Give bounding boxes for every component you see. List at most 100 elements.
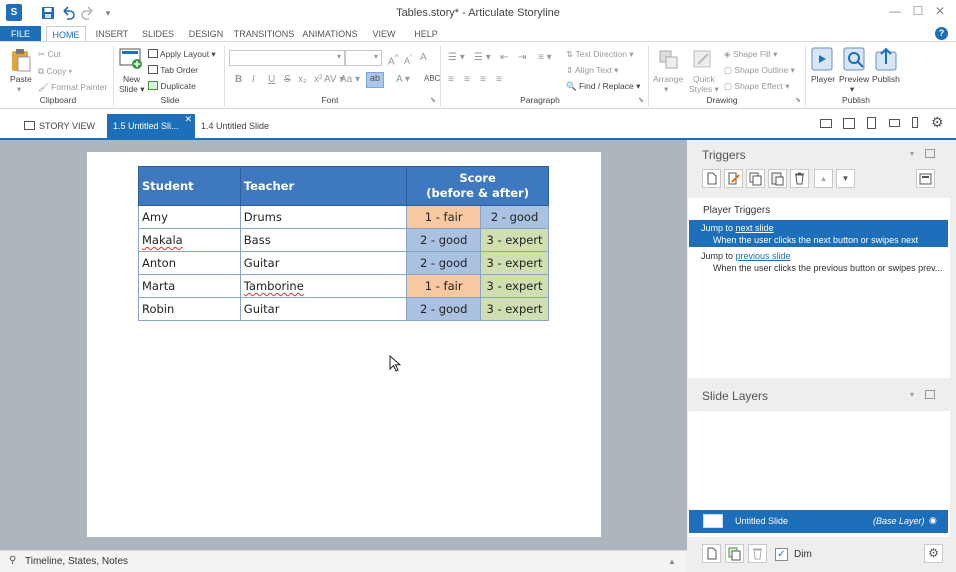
phone-landscape-icon[interactable]	[889, 119, 900, 127]
panel-menu-icon[interactable]: ▾	[910, 390, 914, 399]
quick-styles-label-2[interactable]: Styles ▾	[689, 84, 719, 95]
trigger-item-next[interactable]: Jump to next slide When the user clicks …	[689, 220, 948, 247]
align-left-icon[interactable]: ≡	[448, 74, 454, 85]
close-tab-icon[interactable]: ✕	[184, 107, 192, 131]
superscript-icon[interactable]: x²	[314, 74, 322, 85]
font-size-select[interactable]: ▾	[345, 50, 382, 66]
base-layer-item[interactable]: Untitled Slide (Base Layer) ◉	[689, 510, 948, 533]
trigger-item-previous[interactable]: Jump to previous slide When the user cli…	[689, 248, 948, 275]
score-before-cell[interactable]: 1 - fair	[406, 274, 482, 298]
score-after-cell[interactable]: 2 - good	[480, 205, 549, 229]
clear-format-icon[interactable]: A	[420, 52, 427, 63]
preview-icon[interactable]	[843, 46, 867, 72]
new-slide-label[interactable]: New	[123, 74, 140, 84]
publish-button[interactable]: Publish	[872, 74, 900, 84]
score-before-cell[interactable]: 2 - good	[406, 297, 482, 321]
move-down-button[interactable]: ▼	[836, 169, 855, 188]
minimize-button[interactable]: —	[885, 4, 905, 22]
table-row[interactable]: Marta Tamborine 1 - fair 3 - expert	[138, 274, 549, 298]
new-trigger-button[interactable]	[702, 169, 721, 188]
copy-trigger-button[interactable]	[746, 169, 765, 188]
cut-button[interactable]: ✂ Cut	[38, 49, 61, 60]
dialog-launcher-icon[interactable]: ⬊	[430, 96, 436, 104]
phone-portrait-icon[interactable]	[912, 117, 918, 128]
strikethrough-icon[interactable]: S	[284, 74, 291, 85]
dialog-launcher-icon[interactable]: ⬊	[638, 96, 644, 104]
teacher-cell[interactable]: Guitar	[239, 297, 408, 321]
delete-layer-button[interactable]	[748, 544, 767, 563]
arrange-label[interactable]: Arrange	[653, 74, 683, 84]
arrange-icon[interactable]	[658, 48, 680, 72]
preview-dropdown-icon[interactable]: ▾	[850, 84, 854, 95]
justify-icon[interactable]: ≡	[496, 74, 502, 85]
student-cell[interactable]: Makala	[138, 228, 241, 252]
paste-button[interactable]: Paste	[10, 74, 32, 84]
paste-icon[interactable]	[9, 47, 31, 73]
spell-check-icon[interactable]: ABC	[424, 74, 440, 83]
copy-button[interactable]: ⧉ Copy ▾	[38, 66, 72, 77]
undock-panel-icon[interactable]	[925, 149, 935, 158]
font-family-select[interactable]: ▾	[229, 50, 345, 66]
table-row[interactable]: Amy Drums 1 - fair 2 - good	[138, 205, 549, 229]
subscript-icon[interactable]: x₂	[298, 74, 307, 85]
shape-outline-button[interactable]: ▢ Shape Outline ▾	[724, 65, 795, 76]
expand-timeline-icon[interactable]: ▲	[668, 557, 676, 566]
font-color-icon[interactable]: A ▾	[396, 74, 410, 85]
layer-settings-gear-icon[interactable]: ⚙	[924, 544, 943, 563]
bold-icon[interactable]: B	[235, 74, 242, 85]
teacher-cell[interactable]: Bass	[239, 228, 408, 252]
score-table[interactable]: Student Teacher Score (before & after) A…	[138, 166, 549, 321]
delete-trigger-button[interactable]	[790, 169, 809, 188]
new-slide-icon[interactable]	[119, 47, 143, 71]
tab-transitions[interactable]: TRANSITIONS	[232, 26, 296, 42]
teacher-cell[interactable]: Guitar	[239, 251, 408, 275]
align-text-button[interactable]: ⇕ Align Text ▾	[566, 65, 618, 76]
help-icon[interactable]: ?	[935, 27, 948, 40]
tab-home[interactable]: HOME	[46, 26, 86, 42]
italic-icon[interactable]: I	[252, 74, 255, 85]
player-button[interactable]: Player	[811, 74, 835, 84]
score-after-cell[interactable]: 3 - expert	[480, 251, 549, 275]
apply-layout-button[interactable]: Apply Layout ▾	[148, 49, 216, 60]
tab-insert[interactable]: INSERT	[90, 26, 134, 42]
layout-view-icon[interactable]	[820, 119, 832, 128]
score-before-cell[interactable]: 1 - fair	[406, 205, 482, 229]
table-row[interactable]: Makala Bass 2 - good 3 - expert	[138, 228, 549, 252]
tab-other-slide[interactable]: 1.4 Untitled Slide	[195, 114, 285, 138]
highlight-icon[interactable]: ab	[366, 72, 384, 88]
tab-file[interactable]: FILE	[0, 26, 41, 42]
student-cell[interactable]: Robin	[138, 297, 241, 321]
student-cell[interactable]: Anton	[138, 251, 241, 275]
align-right-icon[interactable]: ≡	[480, 74, 486, 85]
settings-gear-icon[interactable]: ⚙	[931, 114, 944, 131]
shrink-font-icon[interactable]: Aˇ	[404, 53, 413, 66]
bullets-icon[interactable]: ☰ ▾	[448, 52, 465, 63]
quick-styles-label[interactable]: Quick	[693, 74, 715, 84]
publish-icon[interactable]	[875, 46, 899, 72]
maximize-button[interactable]: ☐	[908, 4, 928, 22]
edit-trigger-button[interactable]	[724, 169, 743, 188]
student-cell[interactable]: Amy	[138, 205, 241, 229]
new-layer-button[interactable]	[702, 544, 721, 563]
duplicate-button[interactable]: Duplicate	[148, 81, 196, 91]
table-row[interactable]: Robin Guitar 2 - good 3 - expert	[138, 297, 549, 321]
text-direction-button[interactable]: ⇅ Text Direction ▾	[566, 49, 633, 60]
new-slide-label-2[interactable]: Slide ▾	[119, 84, 145, 95]
tab-help[interactable]: HELP	[410, 26, 442, 42]
tab-design[interactable]: DESIGN	[184, 26, 228, 42]
student-cell[interactable]: Marta	[138, 274, 241, 298]
teacher-cell[interactable]: Tamborine	[239, 274, 408, 298]
change-case-icon[interactable]: Aa ▾	[340, 74, 360, 85]
dim-checkbox[interactable]: ✓	[775, 548, 788, 561]
format-painter-button[interactable]: 🖌 Format Painter	[38, 82, 107, 93]
tablet-portrait-icon[interactable]	[867, 117, 876, 129]
tab-view[interactable]: VIEW	[368, 26, 400, 42]
underline-icon[interactable]: U	[268, 74, 275, 85]
score-after-cell[interactable]: 3 - expert	[480, 228, 549, 252]
find-replace-button[interactable]: 🔍 Find / Replace ▾	[566, 81, 640, 92]
grow-font-icon[interactable]: A^	[388, 52, 399, 67]
score-before-cell[interactable]: 2 - good	[406, 228, 482, 252]
timeline-icon[interactable]: ⚲	[9, 555, 16, 566]
paste-trigger-button[interactable]	[768, 169, 787, 188]
undock-panel-icon[interactable]	[925, 390, 935, 399]
